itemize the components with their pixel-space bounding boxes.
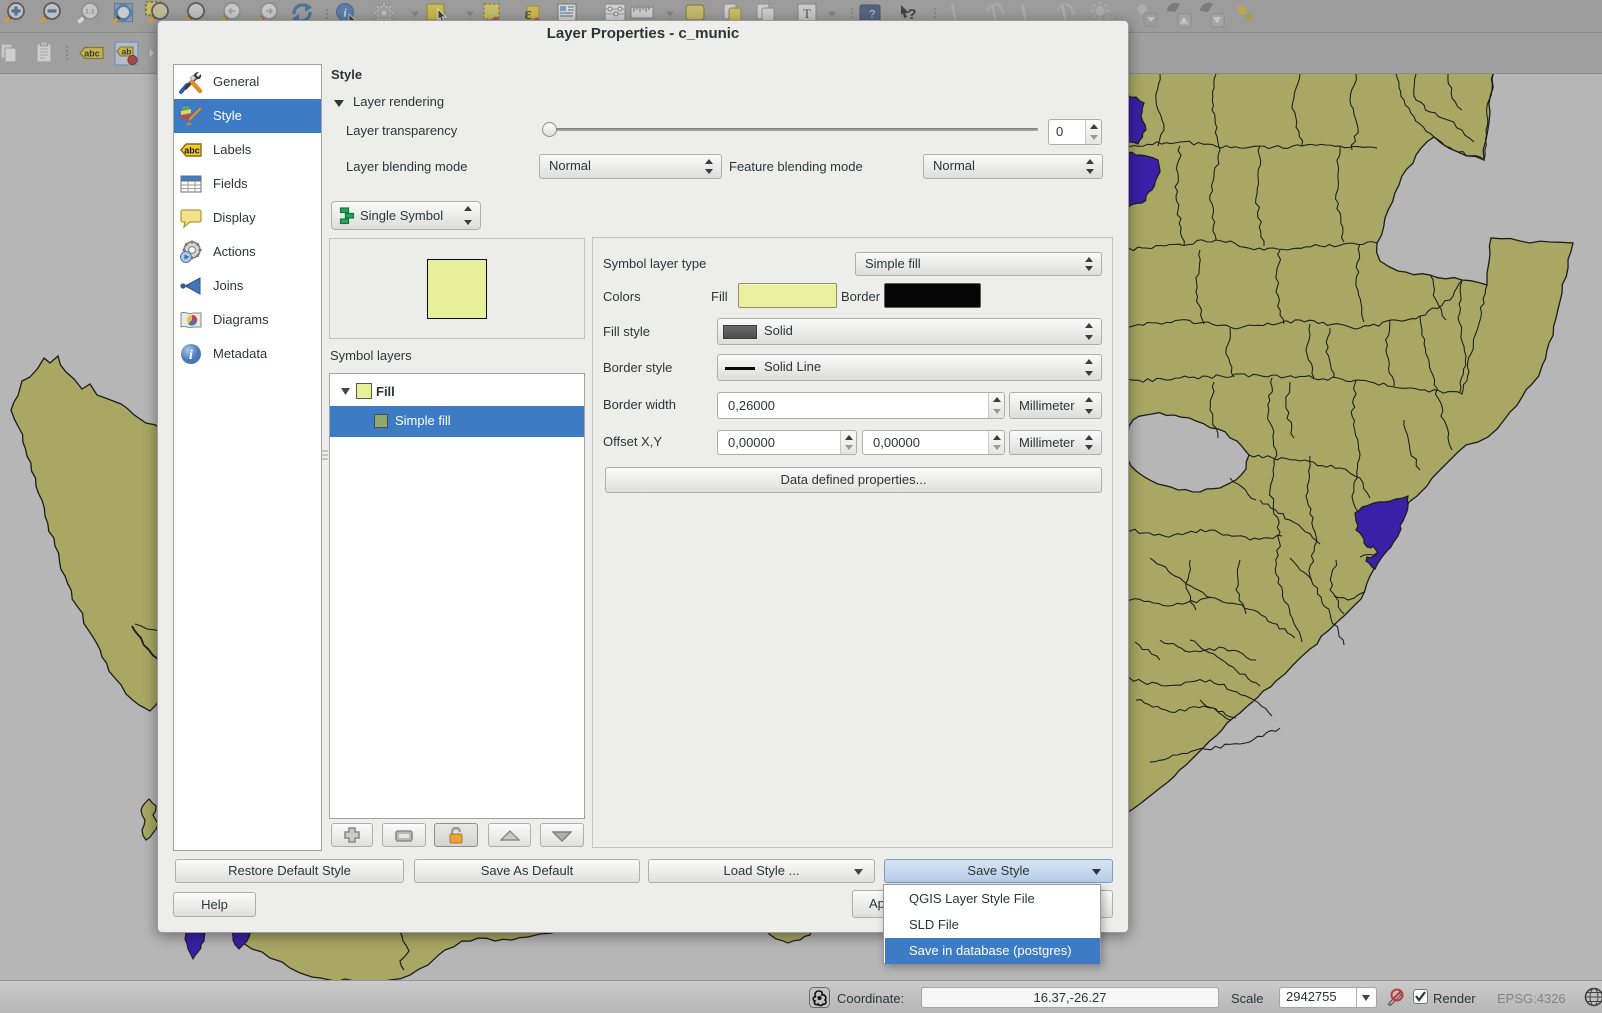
svg-text:abc: abc [184, 146, 200, 156]
svg-text:i: i [189, 348, 193, 363]
svg-text:ab: ab [122, 47, 132, 57]
svg-text:?: ? [869, 9, 875, 21]
svg-text:1:1: 1:1 [85, 9, 95, 16]
svg-text:abc: abc [84, 49, 100, 59]
svg-text:T: T [803, 6, 811, 21]
